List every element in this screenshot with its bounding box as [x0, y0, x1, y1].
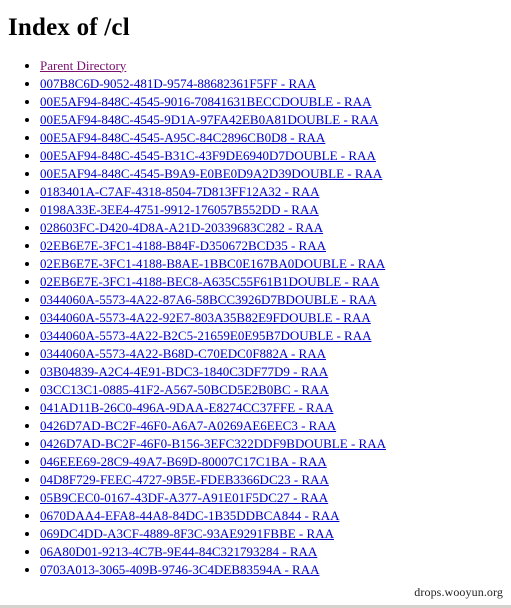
directory-entry-link[interactable]: 0344060A-5573-4A22-92E7-803A35B82E9FDOUB… [40, 310, 371, 325]
watermark: drops.wooyun.org [414, 585, 503, 599]
page-title: Index of /cl [8, 14, 130, 41]
directory-entry-link[interactable]: 0703A013-3065-409B-9746-3C4DEB83594A - R… [40, 562, 320, 577]
list-item[interactable]: 0344060A-5573-4A22-87A6-58BCC3926D7BDOUB… [40, 291, 511, 309]
list-item[interactable]: 028603FC-D420-4D8A-A21D-20339683C282 - R… [40, 219, 511, 237]
list-item[interactable]: 03CC13C1-0885-41F2-A567-50BCD5E2B0BC - R… [40, 381, 511, 399]
list-item[interactable]: 00E5AF94-848C-4545-A95C-84C2896CB0D8 - R… [40, 129, 511, 147]
list-item[interactable]: 007B8C6D-9052-481D-9574-88682361F5FF - R… [40, 75, 511, 93]
list-item[interactable]: 0344060A-5573-4A22-B2C5-21659E0E95B7DOUB… [40, 327, 511, 345]
directory-entry-link[interactable]: 046EEE69-28C9-49A7-B69D-80007C17C1BA - R… [40, 454, 327, 469]
list-item[interactable]: 0344060A-5573-4A22-B68D-C70EDC0F882A - R… [40, 345, 511, 363]
list-item[interactable]: 069DC4DD-A3CF-4889-8F3C-93AE9291FBBE - R… [40, 525, 511, 543]
directory-entry-link[interactable]: 00E5AF94-848C-4545-9016-70841631BECCDOUB… [40, 94, 372, 109]
list-item[interactable]: 04D8F729-FEEC-4727-9B5E-FDEB3366DC23 - R… [40, 471, 511, 489]
directory-entry-link[interactable]: 04D8F729-FEEC-4727-9B5E-FDEB3366DC23 - R… [40, 472, 329, 487]
directory-entry-link[interactable]: 02EB6E7E-3FC1-4188-BEC8-A635C55F61B1DOUB… [40, 274, 379, 289]
list-item[interactable]: 03B04839-A2C4-4E91-BDC3-1840C3DF77D9 - R… [40, 363, 511, 381]
list-item[interactable]: 0198A33E-3EE4-4751-9912-176057B552DD - R… [40, 201, 511, 219]
list-item[interactable]: 02EB6E7E-3FC1-4188-B8AE-1BBC0E167BA0DOUB… [40, 255, 511, 273]
directory-listing: Parent Directory 007B8C6D-9052-481D-9574… [0, 57, 511, 579]
list-item[interactable]: 0703A013-3065-409B-9746-3C4DEB83594A - R… [40, 561, 511, 579]
list-item[interactable]: 0183401A-C7AF-4318-8504-7D813FF12A32 - R… [40, 183, 511, 201]
directory-entry-link[interactable]: 0426D7AD-BC2F-46F0-B156-3EFC322DDF9BDOUB… [40, 436, 386, 451]
directory-entry-link[interactable]: 028603FC-D420-4D8A-A21D-20339683C282 - R… [40, 220, 323, 235]
directory-entry-link[interactable]: 0670DAA4-EFA8-44A8-84DC-1B35DDBCA844 - R… [40, 508, 339, 523]
directory-entry-link[interactable]: 05B9CEC0-0167-43DF-A377-A91E01F5DC27 - R… [40, 490, 328, 505]
list-item[interactable]: 00E5AF94-848C-4545-B31C-43F9DE6940D7DOUB… [40, 147, 511, 165]
list-item[interactable]: 02EB6E7E-3FC1-4188-B84F-D350672BCD35 - R… [40, 237, 511, 255]
list-item[interactable]: 0426D7AD-BC2F-46F0-A6A7-A0269AE6EEC3 - R… [40, 417, 511, 435]
parent-directory-link[interactable]: Parent Directory [40, 58, 126, 73]
list-item[interactable]: 0670DAA4-EFA8-44A8-84DC-1B35DDBCA844 - R… [40, 507, 511, 525]
directory-index-page: Index of /cl Parent Directory 007B8C6D-9… [0, 0, 511, 608]
list-item[interactable]: 046EEE69-28C9-49A7-B69D-80007C17C1BA - R… [40, 453, 511, 471]
list-item[interactable]: 00E5AF94-848C-4545-9016-70841631BECCDOUB… [40, 93, 511, 111]
directory-entry-link[interactable]: 00E5AF94-848C-4545-9D1A-97FA42EB0A81DOUB… [40, 112, 378, 127]
directory-entry-link[interactable]: 03CC13C1-0885-41F2-A567-50BCD5E2B0BC - R… [40, 382, 329, 397]
list-item[interactable]: 00E5AF94-848C-4545-B9A9-E0BE0D9A2D39DOUB… [40, 165, 511, 183]
directory-entry-link[interactable]: 03B04839-A2C4-4E91-BDC3-1840C3DF77D9 - R… [40, 364, 328, 379]
directory-entry-link[interactable]: 007B8C6D-9052-481D-9574-88682361F5FF - R… [40, 76, 316, 91]
list-item[interactable]: 0426D7AD-BC2F-46F0-B156-3EFC322DDF9BDOUB… [40, 435, 511, 453]
directory-entry-link[interactable]: 069DC4DD-A3CF-4889-8F3C-93AE9291FBBE - R… [40, 526, 334, 541]
directory-entry-link[interactable]: 0344060A-5573-4A22-87A6-58BCC3926D7BDOUB… [40, 292, 377, 307]
directory-entry-link[interactable]: 0183401A-C7AF-4318-8504-7D813FF12A32 - R… [40, 184, 320, 199]
directory-entry-link[interactable]: 00E5AF94-848C-4545-A95C-84C2896CB0D8 - R… [40, 130, 325, 145]
directory-entry-link[interactable]: 02EB6E7E-3FC1-4188-B8AE-1BBC0E167BA0DOUB… [40, 256, 385, 271]
directory-entry-link[interactable]: 0426D7AD-BC2F-46F0-A6A7-A0269AE6EEC3 - R… [40, 418, 336, 433]
list-item-parent-directory[interactable]: Parent Directory [40, 57, 511, 75]
directory-entry-link[interactable]: 0344060A-5573-4A22-B2C5-21659E0E95B7DOUB… [40, 328, 371, 343]
directory-entry-link[interactable]: 0198A33E-3EE4-4751-9912-176057B552DD - R… [40, 202, 319, 217]
list-item[interactable]: 05B9CEC0-0167-43DF-A377-A91E01F5DC27 - R… [40, 489, 511, 507]
directory-entry-link[interactable]: 00E5AF94-848C-4545-B31C-43F9DE6940D7DOUB… [40, 148, 376, 163]
list-item[interactable]: 0344060A-5573-4A22-92E7-803A35B82E9FDOUB… [40, 309, 511, 327]
list-item[interactable]: 02EB6E7E-3FC1-4188-BEC8-A635C55F61B1DOUB… [40, 273, 511, 291]
directory-entry-link[interactable]: 06A80D01-9213-4C7B-9E44-84C321793284 - R… [40, 544, 317, 559]
list-item[interactable]: 041AD11B-26C0-496A-9DAA-E8274CC37FFE - R… [40, 399, 511, 417]
list-item[interactable]: 00E5AF94-848C-4545-9D1A-97FA42EB0A81DOUB… [40, 111, 511, 129]
directory-entry-link[interactable]: 0344060A-5573-4A22-B68D-C70EDC0F882A - R… [40, 346, 326, 361]
directory-entry-link[interactable]: 041AD11B-26C0-496A-9DAA-E8274CC37FFE - R… [40, 400, 333, 415]
directory-entry-link[interactable]: 00E5AF94-848C-4545-B9A9-E0BE0D9A2D39DOUB… [40, 166, 382, 181]
list-item[interactable]: 06A80D01-9213-4C7B-9E44-84C321793284 - R… [40, 543, 511, 561]
directory-entry-link[interactable]: 02EB6E7E-3FC1-4188-B84F-D350672BCD35 - R… [40, 238, 326, 253]
